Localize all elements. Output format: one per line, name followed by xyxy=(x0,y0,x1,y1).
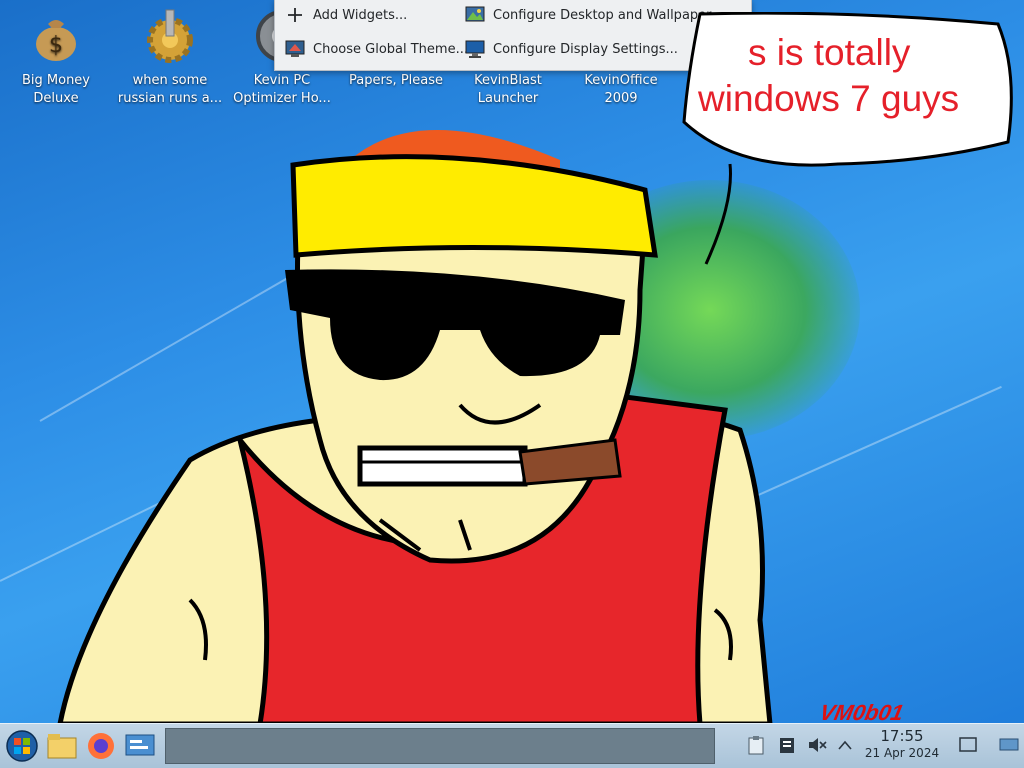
menu-item-label: Add Widgets... xyxy=(313,7,408,23)
speech-bubble-text: s is totally windows 7 guys xyxy=(698,30,998,122)
task-manager-area[interactable] xyxy=(165,728,715,764)
firefox-icon[interactable] xyxy=(83,728,119,764)
menu-item-choose-global-theme[interactable]: Choose Global Theme... xyxy=(285,34,468,64)
menu-item-label: Configure Display Settings... xyxy=(493,41,678,57)
desktop-icon-label: Big Money Deluxe xyxy=(21,73,90,106)
display-settings-icon xyxy=(465,39,485,59)
notes-icon[interactable] xyxy=(776,734,798,756)
desktop-icon-label: when some russian runs a... xyxy=(117,73,223,106)
desktop-icon-russian-app[interactable]: when some russian runs a... xyxy=(116,8,224,108)
wallpaper-settings-icon xyxy=(465,5,485,25)
clock[interactable]: 17:55 21 Apr 2024 xyxy=(856,727,948,761)
desktop-icon-label: Kevin PC Optimizer Ho... xyxy=(233,73,331,106)
desktop-icon-label: KevinOffice 2009 xyxy=(584,73,658,106)
clipboard-icon[interactable] xyxy=(745,734,767,756)
volume-muted-icon[interactable] xyxy=(806,734,828,756)
money-bag-icon: $ xyxy=(28,8,84,64)
start-orb-icon[interactable] xyxy=(4,728,40,764)
clock-time: 17:55 xyxy=(880,727,924,745)
show-hidden-icon[interactable] xyxy=(834,734,856,756)
desktop-icon-big-money-deluxe[interactable]: $ Big Money Deluxe xyxy=(2,8,110,108)
control-panel-icon[interactable] xyxy=(122,728,158,764)
clock-date: 21 Apr 2024 xyxy=(864,746,940,760)
svg-text:$: $ xyxy=(49,33,63,58)
bubble-line: s is totally xyxy=(748,32,911,73)
theme-icon xyxy=(285,39,305,59)
desktop-icon-label: Papers, Please xyxy=(348,73,444,88)
menu-item-configure-display[interactable]: Configure Display Settings... xyxy=(465,34,678,64)
menu-item-label: Choose Global Theme... xyxy=(313,41,468,57)
plus-icon xyxy=(285,5,305,25)
network-icon[interactable] xyxy=(998,734,1020,756)
gear-icon xyxy=(142,8,198,64)
bubble-line: windows 7 guys xyxy=(698,78,960,119)
taskbar: 17:55 21 Apr 2024 xyxy=(0,723,1024,768)
file-manager-icon[interactable] xyxy=(44,728,80,764)
desktop-icon-label: KevinBlast Launcher xyxy=(474,73,542,106)
show-desktop-icon[interactable] xyxy=(957,734,979,756)
menu-item-add-widgets[interactable]: Add Widgets... xyxy=(285,0,407,30)
